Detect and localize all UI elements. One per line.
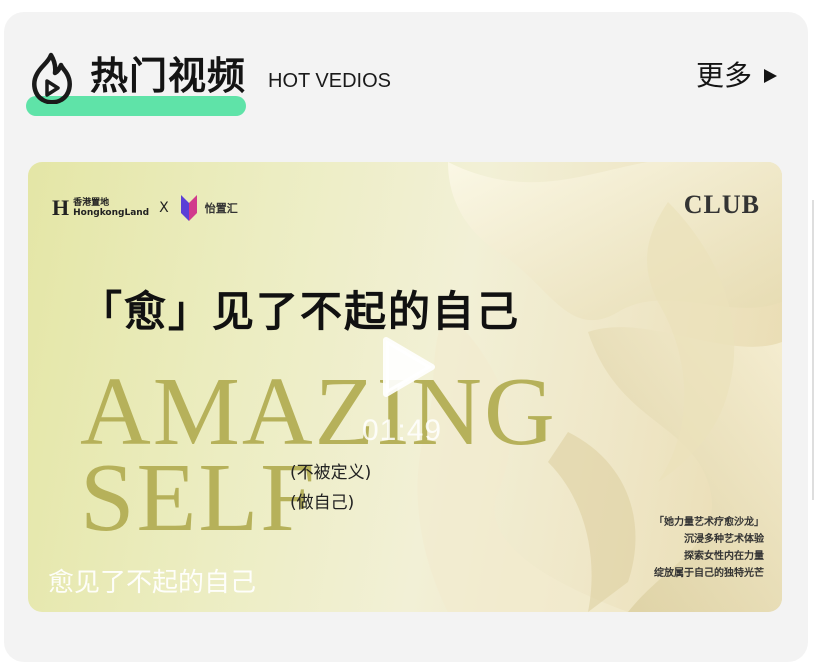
hot-videos-card: 热门视频 HOT VEDIOS 更多 H 香港置地 HongkongLand X… (4, 12, 808, 662)
event-line-4: 绽放属于自己的独特光芒 (654, 568, 764, 579)
section-header: 热门视频 HOT VEDIOS 更多 (4, 12, 808, 122)
video-heading: 「愈」见了不起的自己 (80, 287, 521, 336)
section-title: 热门视频 (90, 54, 247, 98)
video-duration: 01:49 (362, 414, 443, 447)
event-line-2: 沉浸多种艺术体验 (684, 534, 764, 545)
fire-play-icon (32, 52, 72, 104)
headline-self: SELF (80, 444, 317, 552)
hongkong-land-logo: H 香港置地 HongkongLand (52, 195, 149, 221)
event-description: 「她力量艺术疗愈沙龙」 沉浸多种艺术体验 探索女性内在力量 绽放属于自己的独特光… (654, 514, 764, 582)
hkl-en: HongkongLand (73, 208, 150, 218)
video-thumbnail[interactable]: H 香港置地 HongkongLand X 怡置汇 CLUB 「愈」见了不起的自… (28, 162, 782, 612)
event-line-3: 探索女性内在力量 (684, 551, 764, 562)
brand-separator: X (159, 200, 169, 216)
video-tagline: (不被定义) (做自己) (290, 458, 371, 518)
more-label: 更多 (696, 59, 753, 92)
play-triangle-icon (764, 69, 778, 83)
tagline-line-2: (做自己) (290, 493, 355, 513)
tagline-line-1: (不被定义) (290, 463, 372, 483)
video-caption: 愈见了不起的自己 (48, 568, 257, 598)
brand-logos: H 香港置地 HongkongLand X 怡置汇 (52, 188, 238, 228)
more-button[interactable]: 更多 (696, 56, 778, 96)
yizhihui-logo: 怡置汇 (179, 193, 238, 223)
hkl-mark-icon: H (52, 195, 70, 220)
hkl-cn: 香港置地 (73, 198, 110, 208)
yizhihui-label: 怡置汇 (204, 202, 238, 215)
play-icon[interactable] (380, 336, 436, 398)
section-subtitle: HOT VEDIOS (268, 70, 391, 92)
club-logo: CLUB (683, 190, 760, 219)
scrollbar[interactable] (812, 200, 814, 500)
event-line-1: 「她力量艺术疗愈沙龙」 (654, 517, 764, 528)
yizhihui-mark-icon (180, 195, 197, 221)
